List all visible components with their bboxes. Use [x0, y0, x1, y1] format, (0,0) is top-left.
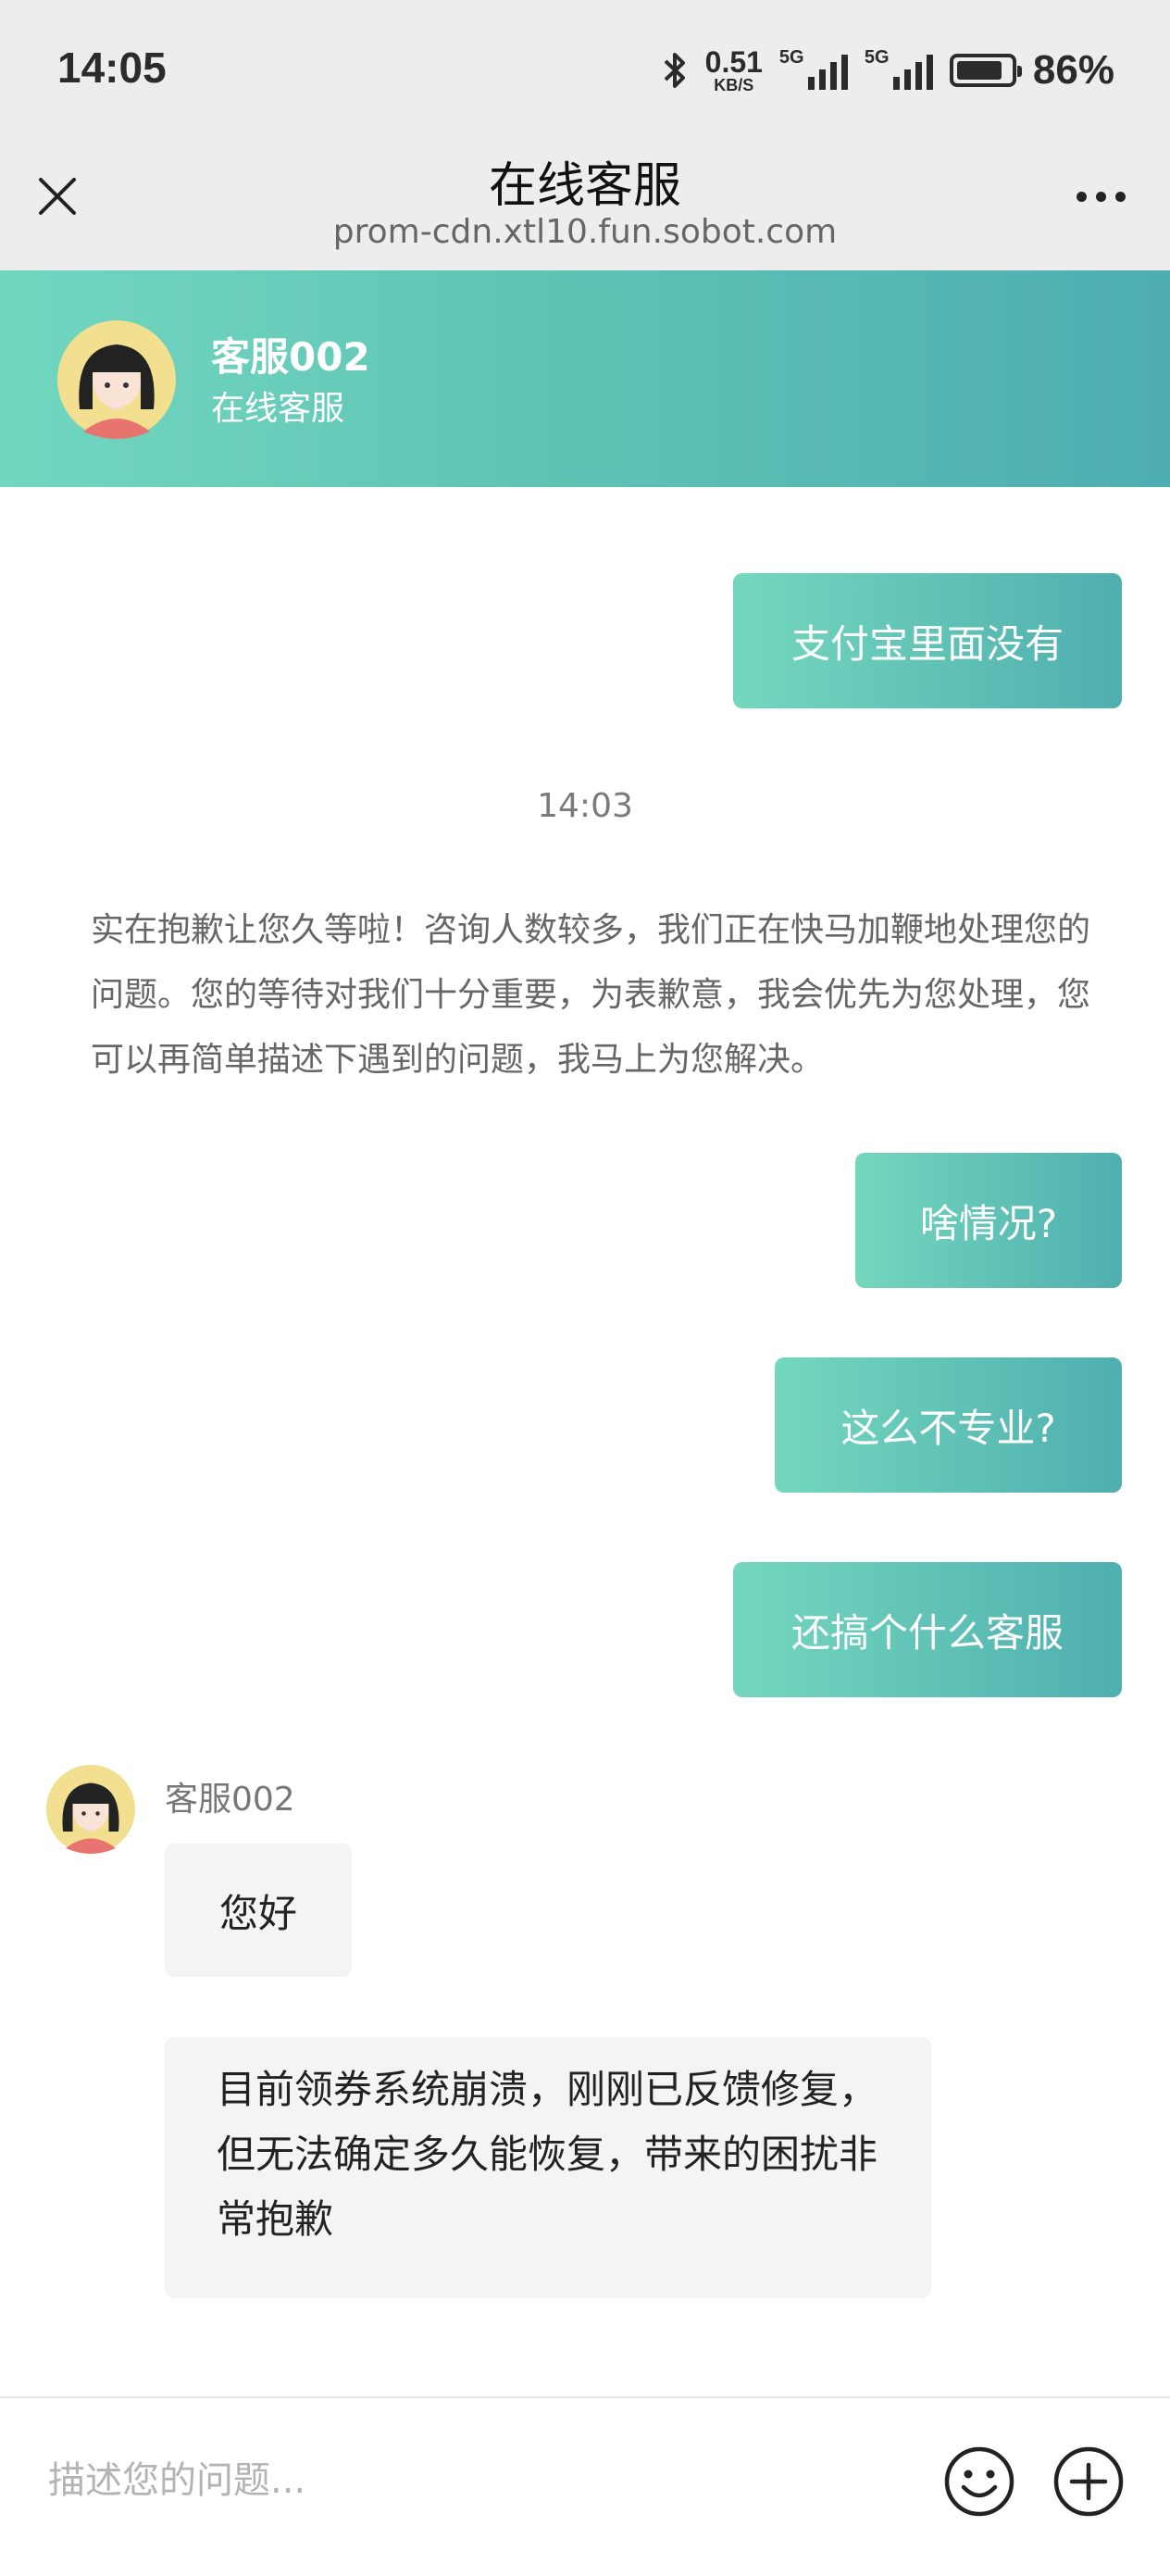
agent-avatar[interactable] — [46, 1765, 135, 1854]
message-timestamp: 14:03 — [537, 787, 633, 825]
signal-icon: 5G — [865, 47, 933, 94]
user-message: 还搞个什么客服 — [733, 1562, 1122, 1697]
message-input[interactable] — [46, 2443, 883, 2519]
bluetooth-icon — [664, 53, 685, 88]
agent-message: 您好 — [165, 1844, 352, 1977]
battery-fill — [956, 61, 1002, 80]
more-button[interactable] — [1059, 167, 1142, 226]
signal-icon: 5G — [779, 47, 848, 94]
more-icon — [1076, 191, 1087, 202]
agent-role: 在线客服 — [211, 390, 345, 428]
network-speed-value: 0.51 — [704, 45, 763, 79]
signal-label: 5G — [864, 47, 890, 68]
network-speed: 0.51 KB/S — [705, 47, 763, 94]
page-title: 在线客服 — [488, 158, 681, 214]
battery-percent: 86% — [1032, 47, 1114, 93]
plus-icon[interactable] — [1052, 2445, 1126, 2519]
signal-label: 5G — [778, 47, 804, 68]
status-icons: 0.51 KB/S 5G 5G 86% — [661, 43, 1114, 98]
status-time: 14:05 — [57, 44, 167, 92]
agent-name: 客服002 — [211, 334, 370, 380]
system-message: 实在抱歉让您久等啦！咨询人数较多，我们正在快马加鞭地处理您的问题。您的等待对我们… — [91, 911, 1091, 1079]
battery-icon — [949, 54, 1022, 87]
user-message: 啥情况? — [855, 1153, 1122, 1288]
page-url: prom-cdn.xtl10.fun.sobot.com — [332, 213, 838, 251]
agent-message: 目前领券系统崩溃，刚刚已反馈修复，但无法确定多久能恢复，带来的困扰非常抱歉 — [165, 2037, 931, 2298]
network-speed-unit: KB/S — [714, 76, 754, 94]
message-sender-name: 客服002 — [165, 1781, 295, 1819]
user-message: 这么不专业? — [775, 1357, 1122, 1493]
message-input-bar — [0, 2396, 1170, 2576]
emoji-icon[interactable] — [942, 2445, 1016, 2519]
user-message: 支付宝里面没有 — [733, 573, 1122, 708]
nav-bar: 在线客服 prom-cdn.xtl10.fun.sobot.com — [0, 139, 1170, 270]
agent-avatar[interactable] — [57, 320, 176, 439]
agent-header: 客服002 在线客服 — [0, 270, 1170, 487]
status-bar: 14:05 0.51 KB/S 5G 5G 86% — [0, 0, 1170, 139]
